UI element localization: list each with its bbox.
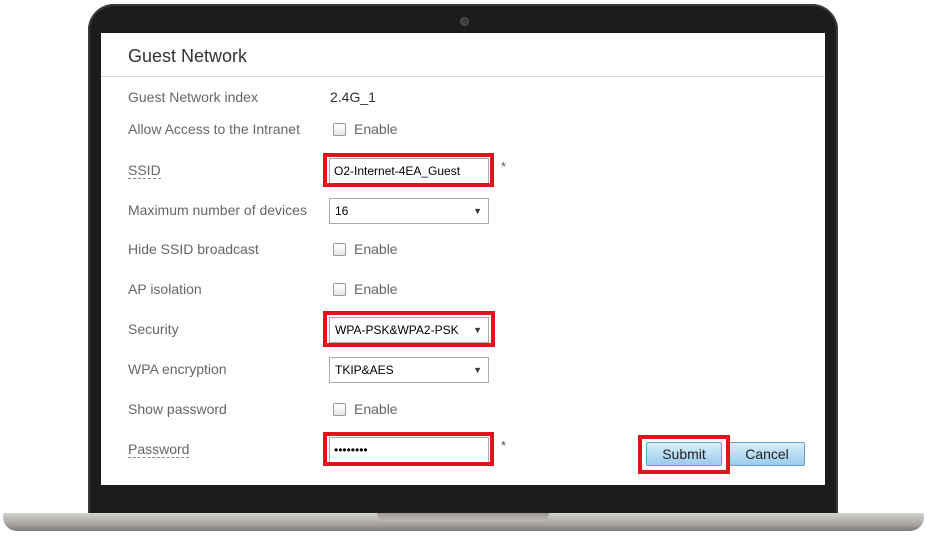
ssid-label: SSID xyxy=(128,162,161,179)
title-divider xyxy=(101,76,825,77)
ssid-highlight-box xyxy=(323,153,494,187)
row-ap-isolation: AP isolation Enable xyxy=(101,274,825,304)
allow-intranet-label: Allow Access to the Intranet xyxy=(128,121,300,137)
row-hide-ssid: Hide SSID broadcast Enable xyxy=(101,234,825,264)
chevron-down-icon: ▼ xyxy=(473,206,482,216)
max-devices-select[interactable]: 16 ▼ xyxy=(329,198,489,224)
guest-network-index-value: 2.4G_1 xyxy=(330,89,376,105)
row-allow-intranet: Allow Access to the Intranet Enable xyxy=(101,114,825,144)
webcam-icon xyxy=(461,18,468,25)
ap-isolation-checkbox[interactable] xyxy=(333,282,346,296)
security-label: Security xyxy=(128,321,179,337)
wpa-encryption-value: TKIP&AES xyxy=(335,363,394,377)
ssid-required-mark: * xyxy=(501,159,507,174)
allow-intranet-toggle[interactable]: Enable xyxy=(333,120,398,138)
security-highlight-box xyxy=(323,311,495,347)
max-devices-label: Maximum number of devices xyxy=(128,202,307,218)
row-show-password: Show password Enable xyxy=(101,394,825,424)
show-password-toggle[interactable]: Enable xyxy=(333,400,398,418)
show-password-checkbox[interactable] xyxy=(333,402,346,416)
page-title: Guest Network xyxy=(128,46,248,66)
show-password-enable-label[interactable]: Enable xyxy=(354,401,398,417)
ap-isolation-toggle[interactable]: Enable xyxy=(333,280,398,298)
allow-intranet-checkbox[interactable] xyxy=(333,122,346,136)
row-wpa-encryption: WPA encryption TKIP&AES ▼ xyxy=(101,354,825,384)
row-max-devices: Maximum number of devices 16 ▼ xyxy=(101,195,825,225)
chevron-down-icon: ▼ xyxy=(473,365,482,375)
password-highlight-box xyxy=(323,432,494,466)
cancel-button[interactable]: Cancel xyxy=(729,442,805,466)
hide-ssid-label: Hide SSID broadcast xyxy=(128,241,259,257)
submit-highlight-box xyxy=(638,435,730,474)
allow-intranet-enable-label[interactable]: Enable xyxy=(354,121,398,137)
ap-isolation-label: AP isolation xyxy=(128,281,202,297)
guest-network-index-label: Guest Network index xyxy=(128,89,258,105)
hide-ssid-checkbox[interactable] xyxy=(333,242,346,256)
password-required-mark: * xyxy=(501,438,507,453)
wpa-encryption-label: WPA encryption xyxy=(128,361,227,377)
show-password-label: Show password xyxy=(128,401,227,417)
hide-ssid-enable-label[interactable]: Enable xyxy=(354,241,398,257)
hide-ssid-toggle[interactable]: Enable xyxy=(333,240,398,258)
ap-isolation-enable-label[interactable]: Enable xyxy=(354,281,398,297)
wpa-encryption-select[interactable]: TKIP&AES ▼ xyxy=(329,357,489,383)
row-guest-network-index: Guest Network index 2.4G_1 xyxy=(101,82,825,112)
screen: Guest Network Guest Network index 2.4G_1… xyxy=(101,33,825,485)
laptop-base-notch xyxy=(377,513,549,521)
password-label: Password xyxy=(128,441,190,458)
max-devices-value: 16 xyxy=(335,204,349,218)
